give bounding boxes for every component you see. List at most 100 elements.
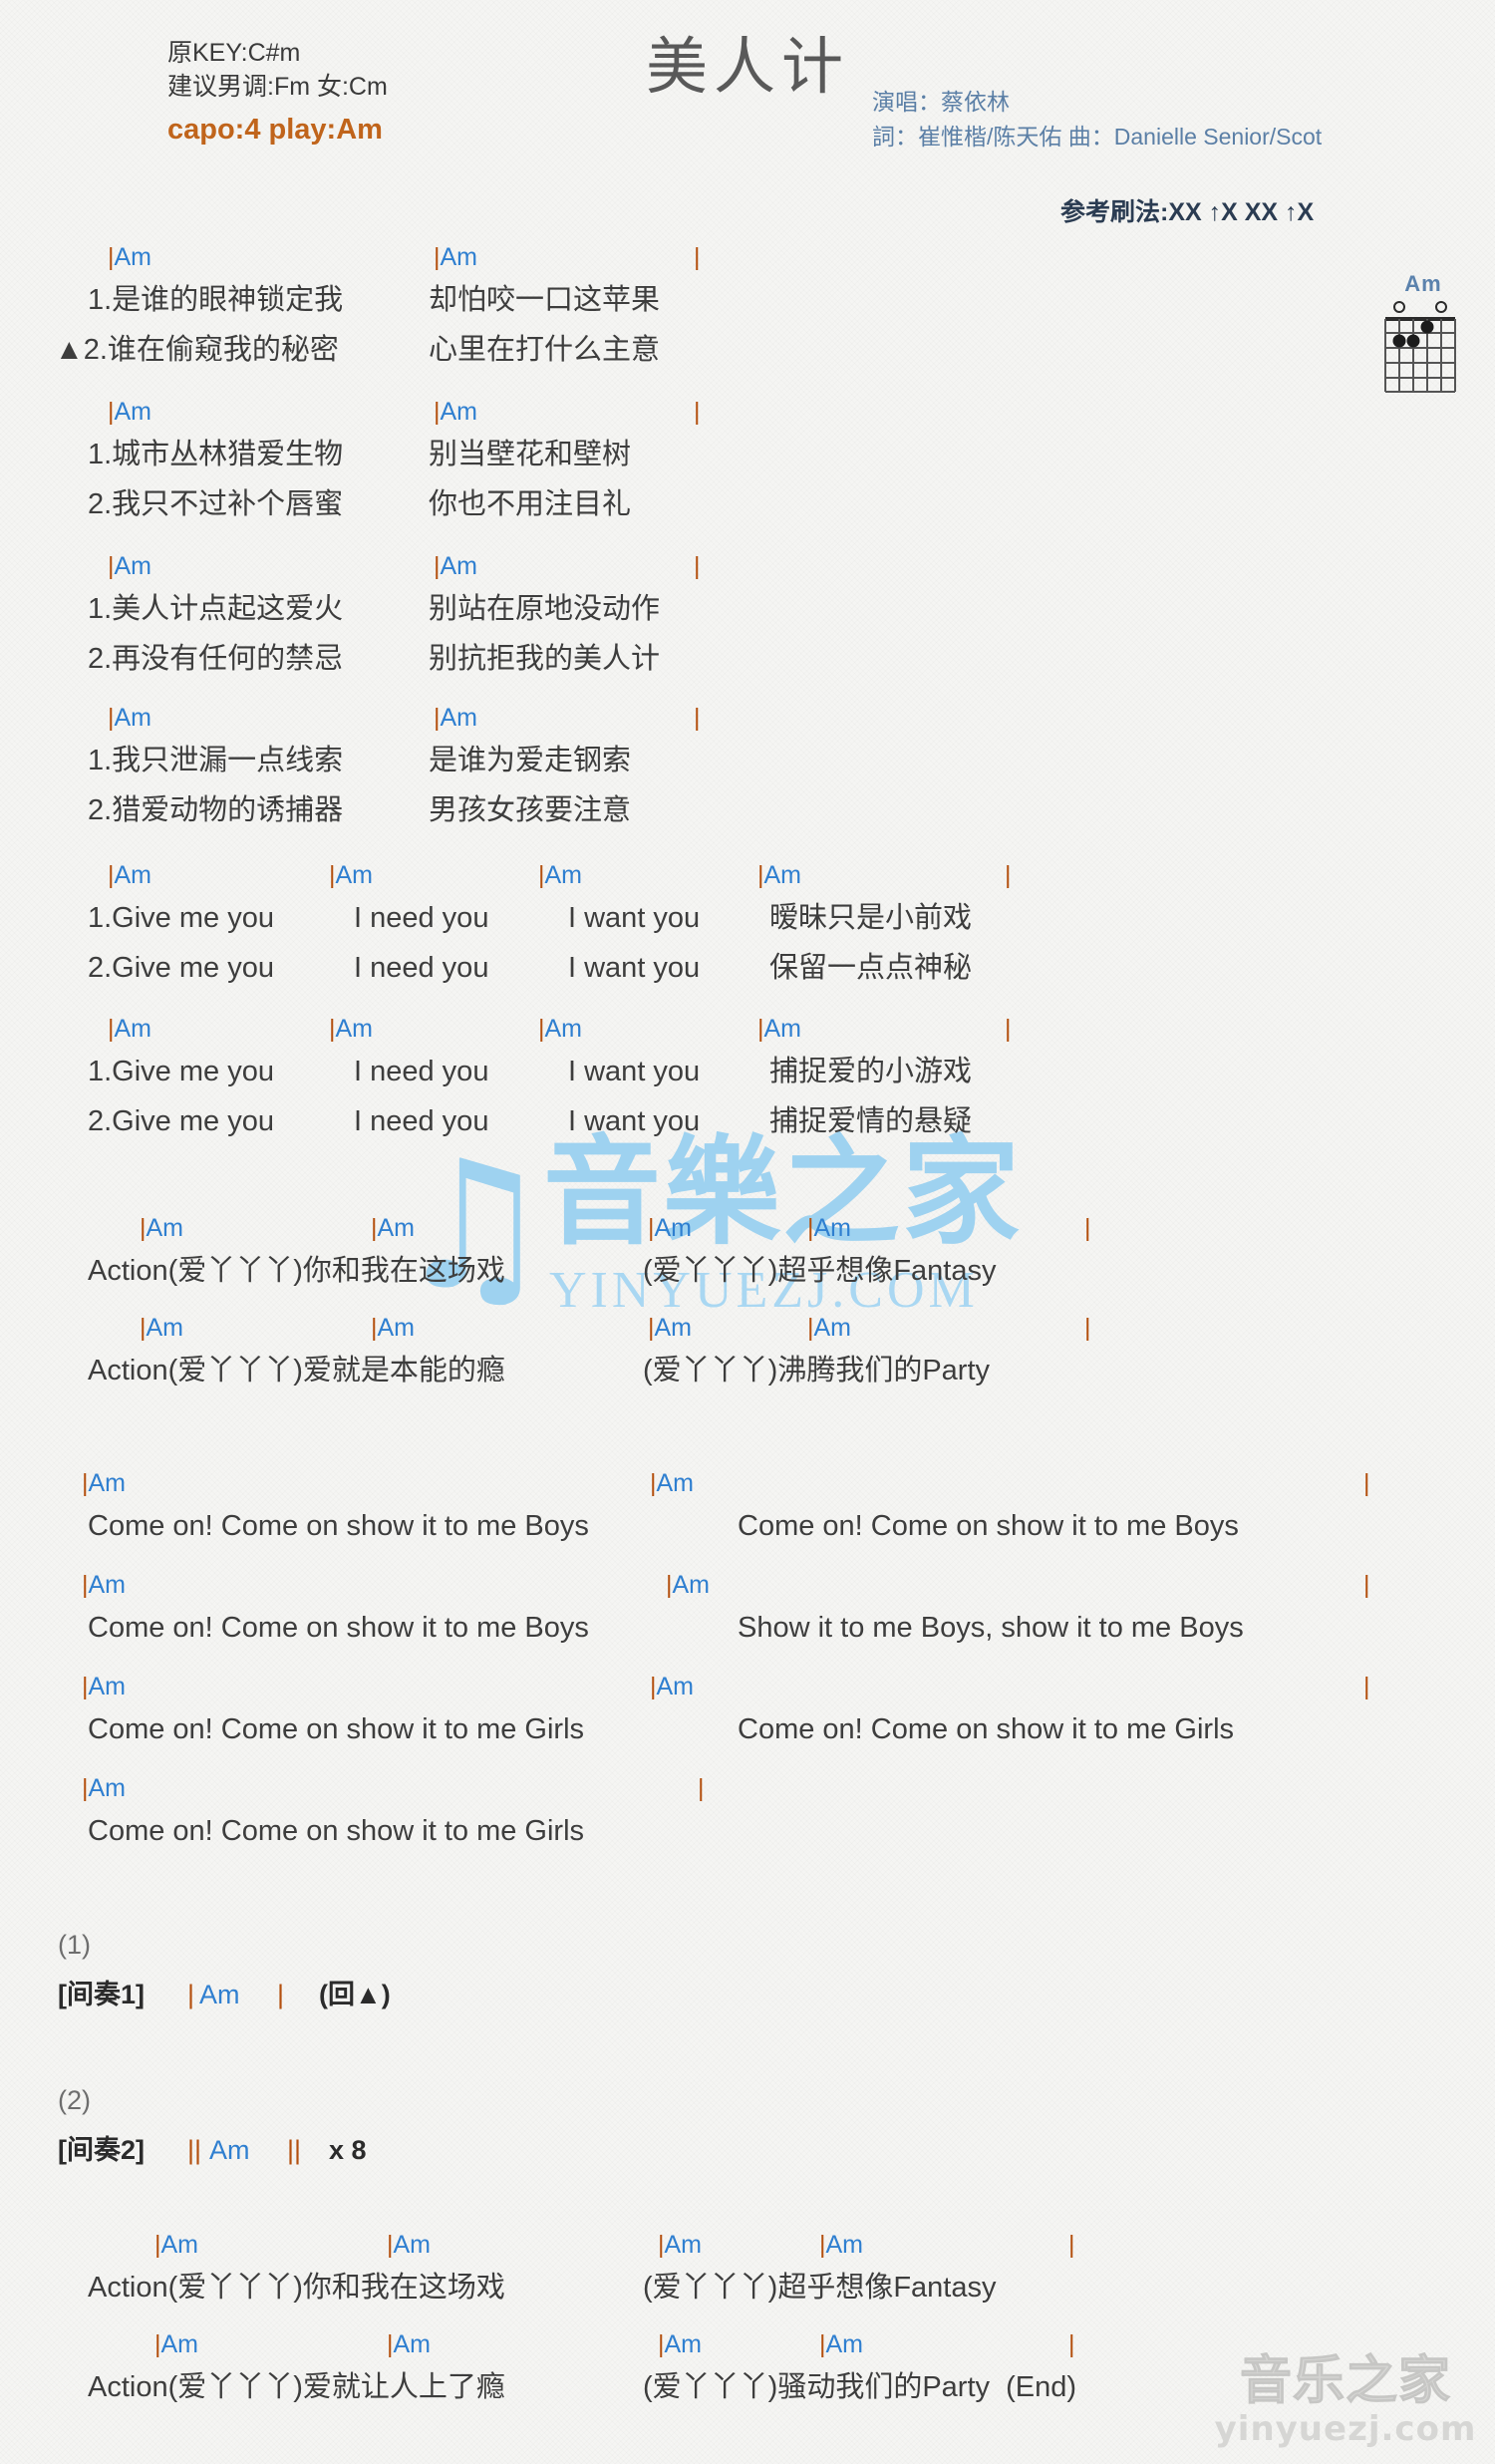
lyric-line: Come on! Come on show it to me Girls Come… (0, 1708, 1495, 1752)
bar-line: | (694, 704, 701, 732)
chord-slot: |Am (371, 1308, 415, 1348)
chord-slot: |Am (140, 1208, 183, 1248)
chord-name: Am (377, 1314, 416, 1342)
chord-name: Am (146, 1314, 184, 1342)
interlude-line-2: [间奏2] || Am || x 8 (0, 2129, 1495, 2173)
interlude-number-text: (2) (58, 2085, 91, 2115)
bar-line: | (1068, 2231, 1075, 2259)
chord-line: |Am |Am | (0, 698, 1495, 742)
lyric-text: I want you (568, 1056, 701, 1087)
lyric-line: Action(爱丫丫丫)爱就让人上了瘾 (爱丫丫丫)骚动我们的Party (End… (0, 2366, 1495, 2410)
chord-name: Am (114, 398, 152, 426)
chord-slot: |Am (387, 2324, 431, 2364)
chord-slot: |Am (108, 392, 151, 432)
lyric-text: 2.Give me you (88, 1105, 274, 1137)
bar-line: | (694, 398, 701, 426)
chord-name: Am (114, 861, 152, 889)
lyric-line: Come on! Come on show it to me Girls (0, 1810, 1495, 1854)
chord-slot: |Am (82, 1565, 126, 1605)
chord-slot: |Am (819, 2324, 863, 2364)
lyric-line: 1.美人计点起这爱火 别站在原地没动作 (0, 588, 1495, 632)
bar-line: | (698, 1774, 705, 1802)
chord-name: Am (763, 861, 802, 889)
chord-name: Am (544, 861, 583, 889)
chord-name: Am (88, 1673, 127, 1700)
lyric-text: 1.美人计点起这爱火 (88, 593, 344, 625)
chord-slot: |Am (538, 1009, 582, 1049)
chord-slot: | (1363, 1667, 1370, 1706)
interlude-note: x 8 (329, 2135, 367, 2165)
chord-line: |Am |Am | (0, 546, 1495, 590)
interlude-label: [间奏1] (58, 1980, 145, 2009)
chord-diagram-label: Am (1404, 271, 1442, 296)
lyric-line: 2.我只不过补个唇蜜 你也不用注目礼 (0, 483, 1495, 527)
singer-line: 演唱：蔡依林 (872, 89, 1010, 115)
chord-slot: |Am (648, 1308, 692, 1348)
interlude-bar-open: | (187, 1980, 195, 2009)
bottom-watermark-url: yinyuezj.com (1214, 2408, 1477, 2449)
chord-line: |Am |Am | (0, 1565, 1495, 1609)
chord-slot: | (694, 698, 701, 738)
lyric-line: Come on! Come on show it to me Boys Come … (0, 1505, 1495, 1549)
lyric-text: 1.Give me you (88, 902, 274, 934)
bar-line: | (1068, 2330, 1075, 2358)
chord-name: Am (654, 1314, 693, 1342)
chord-slot: |Am (82, 1463, 126, 1503)
chord-name: Am (440, 552, 478, 580)
chord-line: |Am |Am | (0, 392, 1495, 436)
chord-line: |Am |Am |Am |Am | (0, 2324, 1495, 2368)
bar-line: | (694, 243, 701, 271)
chord-dot-1 (1420, 320, 1434, 334)
chord-slot: |Am (434, 698, 477, 738)
chord-name: Am (88, 1774, 127, 1802)
chord-slot: |Am (329, 1009, 373, 1049)
bar-line: | (1363, 1469, 1370, 1497)
chord-name: Am (440, 704, 478, 732)
chord-name: Am (664, 2330, 703, 2358)
chord-name: Am (393, 2330, 432, 2358)
lyric-text: Come on! Come on show it to me Boys (88, 1510, 589, 1542)
lyric-line: 1.我只泄漏一点线索 是谁为爱走钢索 (0, 740, 1495, 783)
lyric-text: 1.我只泄漏一点线索 (88, 745, 344, 776)
chord-name: Am (335, 1015, 374, 1043)
interlude-bar-close: || (287, 2135, 302, 2165)
interlude-number-2: (2) (0, 2079, 1495, 2123)
bar-line: | (1363, 1571, 1370, 1599)
chord-slot: |Am (819, 2225, 863, 2265)
chord-name: Am (146, 1214, 184, 1242)
lyric-line: 1.是谁的眼神锁定我 却怕咬一口这苹果 (0, 279, 1495, 323)
lyric-line: Action(爱丫丫丫)你和我在这场戏 (爱丫丫丫)超乎想像Fantasy (0, 1250, 1495, 1294)
chord-line: |Am | (0, 1768, 1495, 1812)
lyric-text: (爱丫丫丫)沸腾我们的Party (643, 1355, 991, 1386)
lyric-line: Action(爱丫丫丫)爱就是本能的瘾 (爱丫丫丫)沸腾我们的Party (0, 1350, 1495, 1393)
chord-name: Am (377, 1214, 416, 1242)
lyric-text: Come on! Come on show it to me Girls (88, 1713, 585, 1745)
chord-name: Am (825, 2231, 864, 2259)
chord-slot: |Am (757, 855, 801, 895)
writer-composer-line: 詞：崔惟楷/陈天佑 曲：Danielle Senior/Scot (872, 123, 1323, 150)
lyric-text: 2.再没有任何的禁忌 (88, 643, 344, 675)
lyric-line: Action(爱丫丫丫)你和我在这场戏 (爱丫丫丫)超乎想像Fantasy (0, 2267, 1495, 2310)
chord-slot: |Am (434, 392, 477, 432)
lyric-text: Action(爱丫丫丫)爱就让人上了瘾 (88, 2371, 505, 2403)
bar-line: | (1005, 1015, 1012, 1043)
chord-slot: |Am (82, 1667, 126, 1706)
chord-name: Am (825, 2330, 864, 2358)
bar-line: | (1084, 1314, 1091, 1342)
lyric-line: 2.再没有任何的禁忌 别抗拒我的美人计 (0, 638, 1495, 682)
chord-name: Am (114, 704, 152, 732)
lyric-text: Action(爱丫丫丫)你和我在这场戏 (88, 2272, 505, 2304)
capo-line: capo:4 play:Am (167, 114, 383, 146)
lyric-text: 1.是谁的眼神锁定我 (88, 284, 344, 316)
chord-name: Am (763, 1015, 802, 1043)
chord-slot: | (1005, 855, 1012, 895)
lyric-text: 2.Give me you (88, 952, 274, 984)
lyric-text: I want you (568, 952, 701, 984)
interlude-label: [间奏2] (58, 2135, 145, 2165)
lyric-text: 2.我只不过补个唇蜜 (88, 488, 344, 520)
chord-slot: |Am (140, 1308, 183, 1348)
chord-slot: | (694, 392, 701, 432)
chord-name: Am (813, 1214, 852, 1242)
lyric-text: (爱丫丫丫)骚动我们的Party (End) (643, 2371, 1077, 2403)
lyric-line: 1.Give me you I need you I want you 捕捉爱的小游戏 (0, 1051, 1495, 1094)
